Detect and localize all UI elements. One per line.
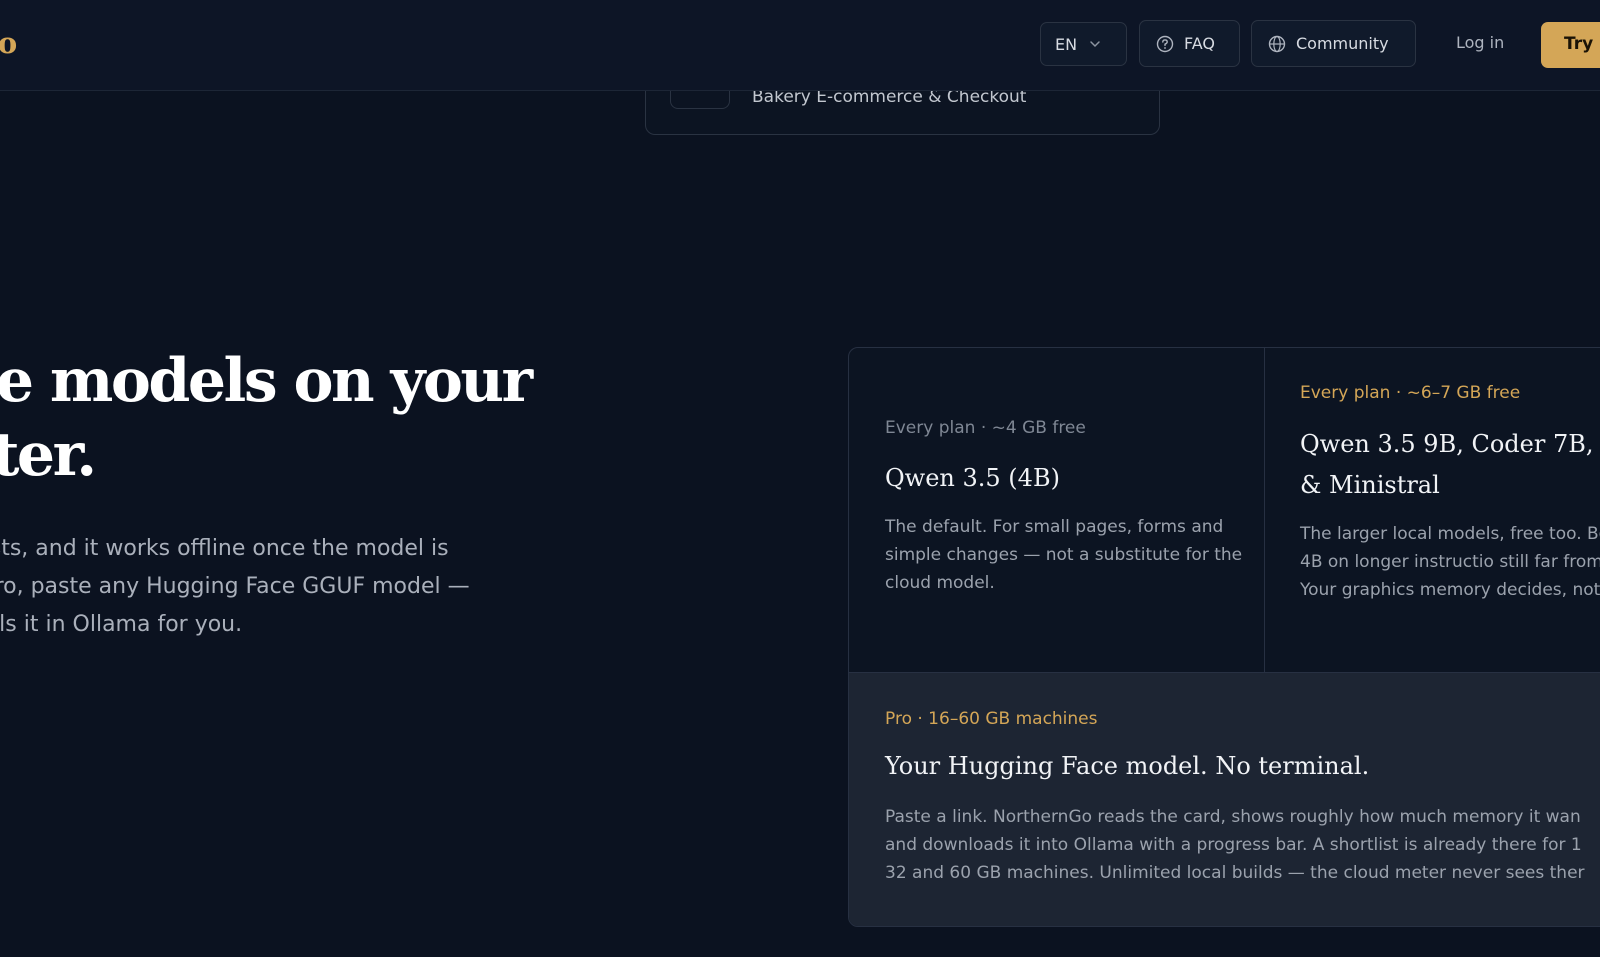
model-card-text: The larger local models, free too. Bette…: [1300, 524, 1600, 600]
try-button[interactable]: Try: [1541, 22, 1600, 68]
hero-desc-line3: nGo installs it in Ollama for you.: [0, 612, 243, 637]
model-card-title-line2: & Ministral: [1300, 471, 1440, 499]
language-label: EN: [1055, 34, 1078, 54]
model-card-title: Qwen 3.5 9B, Coder 7B, Lla & Ministral: [1300, 424, 1600, 506]
model-card-text-line1: Paste a link. NorthernGo reads the card,…: [885, 807, 1581, 827]
model-grid: Every plan · ~4 GB free Qwen 3.5 (4B) Th…: [848, 347, 1600, 927]
model-card-text: Paste a link. NorthernGo reads the card,…: [885, 803, 1600, 887]
faq-label: FAQ: [1184, 34, 1215, 53]
hero-desc-line2: ded. On Pro, paste any Hugging Face GGUF…: [0, 574, 470, 599]
hero-description: no API costs, and it works offline once …: [0, 530, 628, 644]
community-label: Community: [1296, 34, 1389, 53]
model-card-text-line3: 32 and 60 GB machines. Unlimited local b…: [885, 863, 1585, 883]
logo-text-part2: Go: [0, 26, 17, 60]
model-card-text-line2: and downloads it into Ollama with a prog…: [885, 835, 1582, 855]
model-card-larger: Every plan · ~6–7 GB free Qwen 3.5 9B, C…: [1265, 348, 1600, 672]
model-card-eyebrow: Every plan · ~6–7 GB free: [1300, 383, 1521, 403]
model-card-title: Your Hugging Face model. No terminal.: [885, 752, 1370, 780]
model-card-pro: Pro · 16–60 GB machines Your Hugging Fac…: [849, 672, 1600, 926]
hero-desc-line1: no API costs, and it works offline once …: [0, 536, 449, 561]
hero-title-line1: n the models on your: [0, 346, 533, 416]
login-link[interactable]: Log in: [1456, 33, 1504, 52]
model-card-text: The default. For small pages, forms and …: [885, 517, 1243, 593]
model-card-title: Qwen 3.5 (4B): [885, 464, 1060, 492]
faq-button[interactable]: FAQ: [1139, 20, 1240, 67]
model-card-eyebrow: Every plan · ~4 GB free: [885, 418, 1086, 438]
chevron-down-icon: [1090, 41, 1100, 48]
language-select[interactable]: EN: [1040, 22, 1127, 66]
model-card-eyebrow: Pro · 16–60 GB machines: [885, 709, 1098, 729]
community-button[interactable]: Community: [1251, 20, 1416, 67]
hero-title-line2: nputer.: [0, 420, 97, 490]
page: Bakery E-commerce & Checkout nGo EN FAQ …: [0, 0, 1600, 957]
model-card-default: Every plan · ~4 GB free Qwen 3.5 (4B) Th…: [849, 348, 1265, 672]
hero-title: n the models on your nputer.: [0, 344, 690, 492]
help-circle-icon: [1156, 35, 1174, 52]
site-header: nGo EN FAQ Community Log in Try: [0, 0, 1600, 91]
model-card-title-line1: Qwen 3.5 9B, Coder 7B, Lla: [1300, 430, 1600, 458]
globe-icon: [1268, 35, 1286, 52]
logo[interactable]: nGo: [0, 26, 17, 60]
